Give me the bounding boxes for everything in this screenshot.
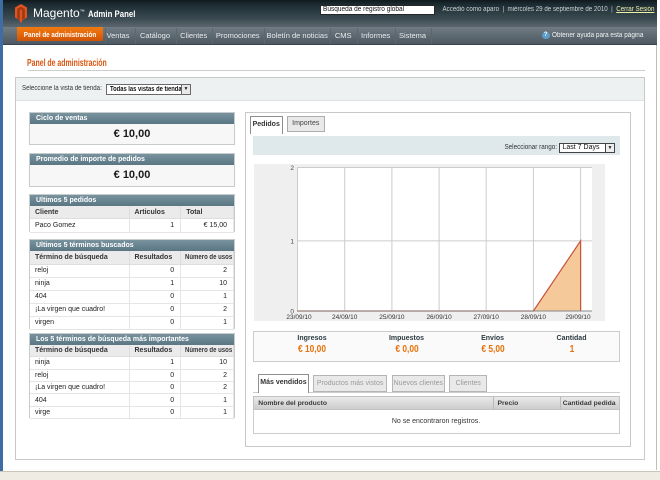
svg-text:23/09/10: 23/09/10 [286,314,312,321]
svg-text:1: 1 [290,238,294,245]
svg-text:2: 2 [290,165,294,172]
svg-text:26/09/10: 26/09/10 [426,314,452,321]
svg-text:24/09/10: 24/09/10 [332,314,358,321]
svg-text:29/09/10: 29/09/10 [565,314,591,321]
svg-text:25/09/10: 25/09/10 [379,314,405,321]
svg-text:27/09/10: 27/09/10 [474,314,500,321]
svg-text:28/09/10: 28/09/10 [521,314,547,321]
